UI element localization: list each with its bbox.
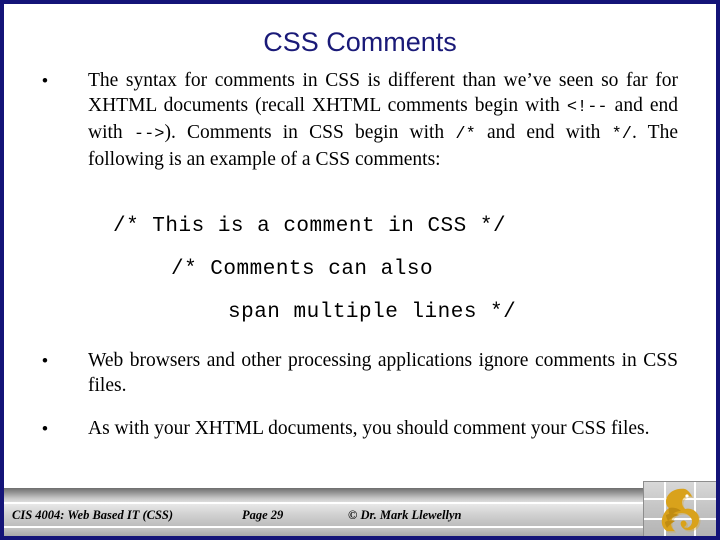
inline-code-css-close: */ [611, 125, 632, 144]
inline-code-css-open: /* [455, 125, 476, 144]
footer-page-number: Page 29 [242, 508, 284, 522]
ucf-pegasus-logo-icon [661, 488, 701, 533]
code-line: span multiple lines */ [228, 301, 517, 324]
inline-code-xhtml-close: --> [133, 125, 165, 144]
footer-copyright: © Dr. Mark Llewellyn [348, 508, 462, 522]
text-segment: As with your XHTML documents, you should… [88, 418, 650, 439]
slide-footer: CIS 4004: Web Based IT (CSS) Page 29 © D… [4, 488, 716, 536]
code-line: /* Comments can also [171, 258, 434, 281]
footer-band-top [4, 488, 716, 502]
page-title: CSS Comments [263, 27, 457, 57]
footer-band-bottom [4, 528, 716, 536]
list-item: • The syntax for comments in CSS is diff… [38, 68, 678, 172]
list-item-text: The syntax for comments in CSS is differ… [88, 68, 678, 172]
code-line: /* This is a comment in CSS */ [113, 215, 507, 238]
bullet-icon: • [41, 71, 49, 92]
logo-container [643, 481, 716, 536]
bullet-icon: • [41, 419, 49, 440]
text-segment: ). Comments in CSS begin with [164, 122, 456, 143]
footer-course-label: CIS 4004: Web Based IT (CSS) [12, 508, 174, 522]
slide-body: • The syntax for comments in CSS is diff… [0, 68, 720, 488]
text-segment: and end with [475, 122, 612, 143]
list-item: • As with your XHTML documents, you shou… [38, 416, 678, 441]
list-item: • Web browsers and other processing appl… [38, 348, 678, 398]
text-segment: Web browsers and other processing applic… [88, 350, 678, 396]
bullet-icon: • [41, 351, 49, 372]
inline-code-xhtml-open: <!-- [566, 98, 608, 117]
list-item-text: As with your XHTML documents, you should… [88, 416, 678, 441]
list-item-text: Web browsers and other processing applic… [88, 348, 678, 398]
presentation-slide: CSS Comments • The syntax for comments i… [0, 0, 720, 540]
